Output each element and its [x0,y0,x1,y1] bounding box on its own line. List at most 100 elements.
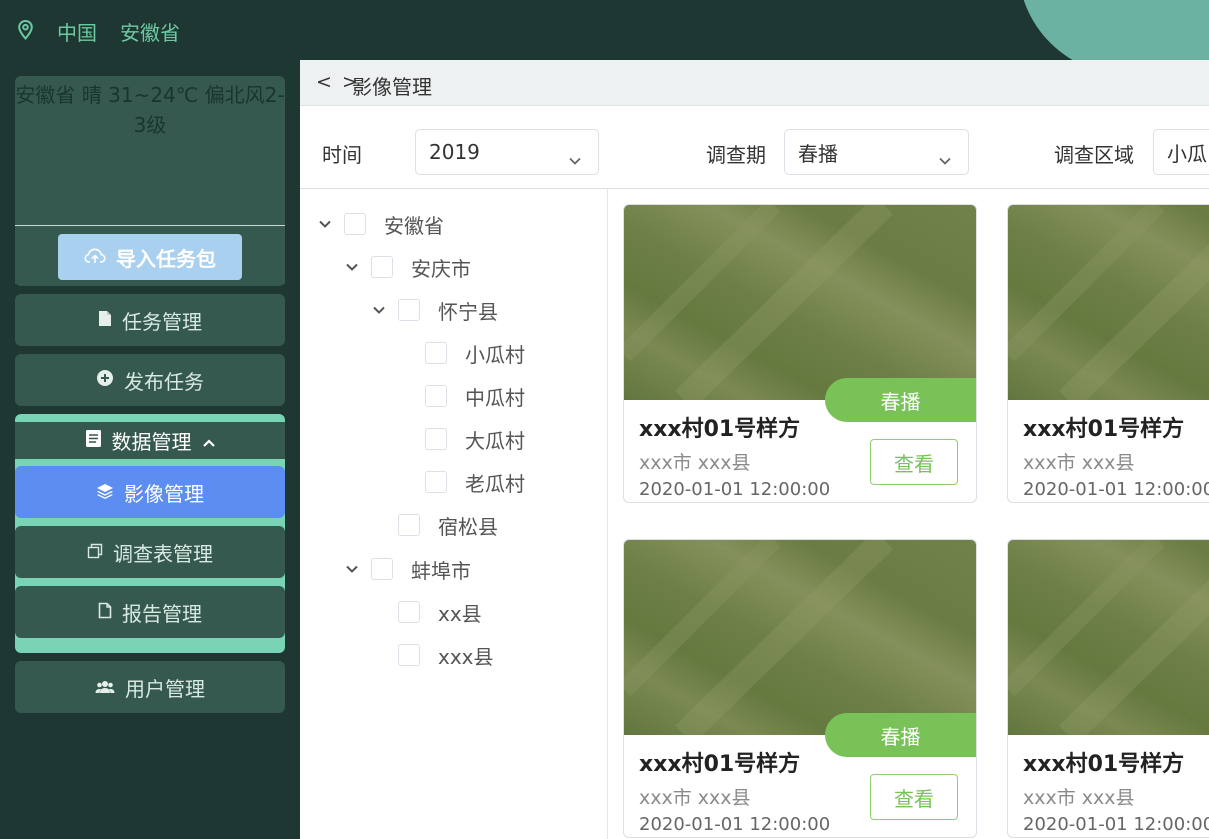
cloud-upload-icon [84,245,106,269]
tree-node-label: 老瓜村 [465,471,525,496]
card-title: xxx村01号样方 [1023,752,1185,777]
top-bar: 中国 安徽省 [0,0,1209,60]
tree-node-xiaogua[interactable]: 小瓜村 [398,338,525,368]
location-country[interactable]: 中国 [57,17,97,46]
period-select[interactable]: 春播 [784,129,969,175]
report-file-icon [98,600,112,624]
image-card[interactable]: 春播 xxx村01号样方 xxx市 xxx县 2020-01-01 12:00:… [1007,204,1209,503]
layers-icon [96,480,114,504]
import-task-package-button[interactable]: 导入任务包 [58,234,242,280]
tree-node-zhonggua[interactable]: 中瓜村 [398,381,525,411]
sidebar-item-label: 用户管理 [125,676,205,701]
view-button[interactable]: 查看 [870,774,958,820]
checkbox[interactable] [371,256,393,278]
checkbox[interactable] [425,342,447,364]
sidebar-item-label: 数据管理 [111,430,192,454]
tree-node-anqing[interactable]: 安庆市 [344,252,471,282]
period-select-value: 春播 [798,141,838,166]
aerial-image[interactable] [624,205,976,400]
image-card[interactable]: 春播 xxx村01号样方 xxx市 xxx县 2020-01-01 12:00:… [623,539,977,838]
sidebar-item-task-manage[interactable]: 任务管理 [15,294,285,346]
data-manage-group: 数据管理 影像管理 调查表管理 报告管理 [15,414,285,653]
view-button[interactable]: 查看 [870,439,958,485]
checkbox[interactable] [425,471,447,493]
tree-node-label: 小瓜村 [465,342,525,367]
card-time: 2020-01-01 12:00:00 [639,479,831,500]
checkbox[interactable] [398,601,420,623]
tree-node-laogua[interactable]: 老瓜村 [398,467,525,497]
card-time: 2020-01-01 12:00:00 [1023,479,1209,500]
tree-node-label: 中瓜村 [465,385,525,410]
breadcrumb-title: 影像管理 [352,75,432,99]
card-region: xxx市 xxx县 [1023,787,1135,809]
tree-node-anhui[interactable]: 安徽省 [317,209,444,239]
season-badge: 春播 [825,713,976,757]
tree-node-bengbu[interactable]: 蚌埠市 [344,554,471,584]
checkbox[interactable] [371,558,393,580]
copy-icon [87,540,103,564]
sidebar-item-report-manage[interactable]: 报告管理 [15,586,285,638]
sidebar-item-label: 影像管理 [124,481,204,506]
chevron-down-icon[interactable] [344,561,360,577]
chevron-down-icon [568,147,582,171]
chevron-down-icon [938,147,952,171]
time-select[interactable]: 2019 [415,129,599,175]
sidebar-item-label: 调查表管理 [113,541,213,566]
location-pin-icon[interactable] [18,19,33,44]
tree-node-label: 蚌埠市 [411,558,471,583]
tree-node-huaining[interactable]: 怀宁县 [371,295,498,325]
checkbox[interactable] [425,385,447,407]
checkbox[interactable] [344,213,366,235]
time-select-value: 2019 [429,140,480,164]
chevron-down-icon[interactable] [371,302,387,318]
users-icon [95,675,115,699]
sidebar-item-image-manage[interactable]: 影像管理 [15,466,285,518]
file-icon [98,308,112,332]
time-label: 时间 [322,143,362,167]
chevron-up-icon [202,429,216,453]
breadcrumb: < > 影像管理 [300,60,1209,106]
card-time: 2020-01-01 12:00:00 [639,814,831,835]
sidebar-item-label: 任务管理 [122,309,202,334]
tree-node-xxx-county[interactable]: xxx县 [371,640,494,670]
tree-node-label: 安庆市 [411,256,471,281]
region-tree: 安徽省 安庆市 怀宁县 小瓜村 中瓜村 大瓜村 老瓜村 宿松县 蚌埠市 xx县 … [300,189,608,839]
card-time: 2020-01-01 12:00:00 [1023,814,1209,835]
sidebar-item-survey-manage[interactable]: 调查表管理 [15,526,285,578]
card-title: xxx村01号样方 [1023,417,1185,442]
image-card[interactable]: 春播 xxx村01号样方 xxx市 xxx县 2020-01-01 12:00:… [623,204,977,503]
aerial-image[interactable] [624,540,976,735]
aerial-image[interactable] [1008,540,1209,735]
image-card[interactable]: 春播 xxx村01号样方 xxx市 xxx县 2020-01-01 12:00:… [1007,539,1209,838]
tree-node-xx-county[interactable]: xx县 [371,597,482,627]
chevron-down-icon[interactable] [317,216,333,232]
card-region: xxx市 xxx县 [639,787,751,809]
plus-circle-icon [96,368,114,392]
region-label: 调查区域 [1054,143,1134,167]
tree-node-dagua[interactable]: 大瓜村 [398,424,525,454]
card-region: xxx市 xxx县 [1023,452,1135,474]
checkbox[interactable] [398,644,420,666]
checkbox[interactable] [398,299,420,321]
sidebar-item-user-manage[interactable]: 用户管理 [15,661,285,713]
weather-text: 安徽省 晴 31~24℃ 偏北风2-3级 [15,83,285,137]
tree-node-label: 大瓜村 [465,428,525,453]
import-task-package-label: 导入任务包 [116,246,216,271]
sidebar-item-data-manage[interactable]: 数据管理 [15,422,285,459]
sidebar: 安徽省 晴 31~24℃ 偏北风2-3级 导入任务包 任务管理 发布任务 数据管… [0,60,300,839]
tree-node-label: 安徽省 [384,213,444,238]
chevron-down-icon[interactable] [344,259,360,275]
tree-node-label: 宿松县 [438,514,498,539]
sidebar-item-publish-task[interactable]: 发布任务 [15,354,285,406]
document-icon [85,429,102,453]
region-select[interactable]: 小瓜 [1153,129,1209,175]
import-panel: 导入任务包 [15,225,285,286]
card-title: xxx村01号样方 [639,417,801,442]
tree-node-susong[interactable]: 宿松县 [371,510,498,540]
location-province[interactable]: 安徽省 [120,17,180,46]
checkbox[interactable] [398,514,420,536]
period-label: 调查期 [706,143,766,167]
aerial-image[interactable] [1008,205,1209,400]
checkbox[interactable] [425,428,447,450]
tree-node-label: xx县 [438,601,482,626]
